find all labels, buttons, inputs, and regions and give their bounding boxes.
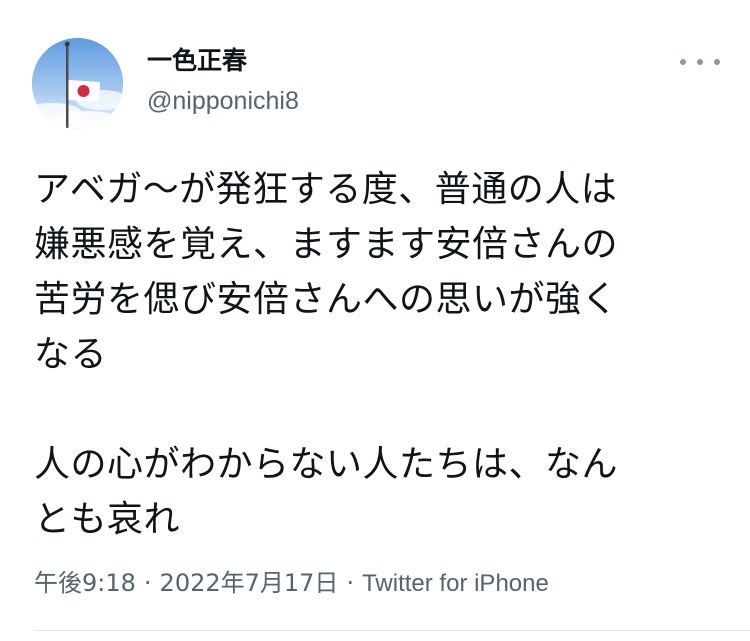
divider xyxy=(34,630,750,631)
tweet-time[interactable]: 午後9:18 xyxy=(34,569,136,597)
tweet: 一色正春 @nipponichi8 アベガ〜が発狂する度、普通の人は 嫌悪感を覚… xyxy=(0,0,750,641)
dot-icon xyxy=(714,59,720,65)
half-mast-flag-icon xyxy=(32,38,123,129)
more-options-icon[interactable] xyxy=(680,52,720,72)
tweet-text: アベガ〜が発狂する度、普通の人は 嫌悪感を覚え、ますます安倍さんの 苦労を偲び安… xyxy=(34,162,734,547)
author-names: 一色正春 @nipponichi8 xyxy=(147,46,299,116)
tweet-meta: 午後9:18 · 2022年7月17日 · Twitter for iPhone xyxy=(34,568,549,599)
meta-separator: · xyxy=(143,569,152,597)
dot-icon xyxy=(680,59,686,65)
meta-separator: · xyxy=(346,569,355,597)
tweet-paragraph: アベガ〜が発狂する度、普通の人は 嫌悪感を覚え、ますます安倍さんの 苦労を偲び安… xyxy=(34,169,619,375)
tweet-source[interactable]: Twitter for iPhone xyxy=(362,570,549,597)
user-handle[interactable]: @nipponichi8 xyxy=(147,86,299,116)
avatar[interactable] xyxy=(32,38,123,129)
tweet-paragraph: 人の心がわからない人たちは、なん とも哀れ xyxy=(34,444,619,540)
dot-icon xyxy=(697,59,703,65)
tweet-date[interactable]: 2022年7月17日 xyxy=(160,569,339,597)
tweet-header: 一色正春 @nipponichi8 xyxy=(32,38,726,134)
display-name[interactable]: 一色正春 xyxy=(147,46,299,76)
